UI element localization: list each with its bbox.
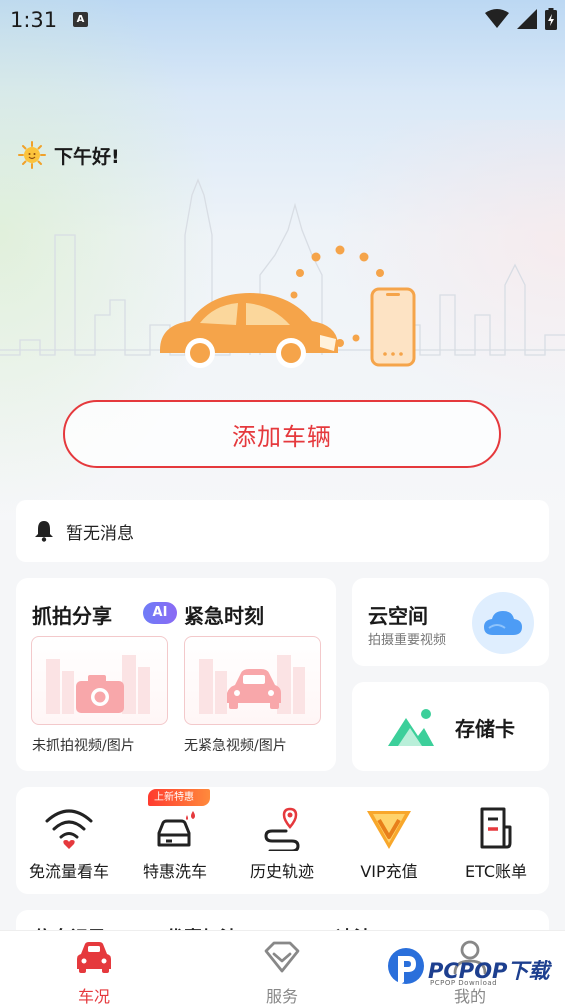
car-illustration xyxy=(160,293,338,368)
car-wash-icon xyxy=(157,811,195,847)
status-time: 1:31 xyxy=(10,8,58,32)
etc-bill-icon xyxy=(480,807,512,849)
nav-label: 服务 xyxy=(265,987,298,1004)
quick-actions-card: 免流量看车 特惠洗车 历史轨迹 VIP充值 ETC账单 xyxy=(16,787,549,894)
sd-card-title: 存储卡 xyxy=(455,717,515,741)
wifi-icon xyxy=(45,809,93,849)
car-placeholder-icon xyxy=(199,655,305,714)
wifi-signal-icon xyxy=(485,9,509,28)
car-icon xyxy=(77,942,111,973)
quick-label: ETC账单 xyxy=(464,862,528,881)
add-vehicle-button[interactable]: 添加车辆 xyxy=(63,400,501,468)
greeting-text: 下午好! xyxy=(54,145,120,168)
notice-card[interactable]: 暂无消息 xyxy=(16,500,549,562)
phone-illustration xyxy=(370,287,416,367)
capture-share-title[interactable]: 抓拍分享 xyxy=(32,600,112,629)
sd-card-card[interactable]: 存储卡 xyxy=(352,682,549,771)
cloud-title: 云空间 xyxy=(368,604,428,628)
nav-item-services[interactable]: 服务 xyxy=(222,931,342,1004)
status-bar: 1:31 A xyxy=(0,0,565,40)
capture-thumbnail[interactable] xyxy=(31,636,168,725)
quick-item-free-flow[interactable]: 免流量看车 xyxy=(16,787,122,894)
battery-icon xyxy=(545,8,557,30)
quick-label: VIP充值 xyxy=(360,862,418,881)
cloud-space-card[interactable]: 云空间 拍摄重要视频 xyxy=(352,578,549,666)
cloud-icon xyxy=(472,592,534,654)
pcpop-logo-icon xyxy=(388,948,424,986)
notice-text: 暂无消息 xyxy=(66,523,134,544)
diamond-icon xyxy=(264,941,300,973)
emergency-title[interactable]: 紧急时刻 xyxy=(184,600,264,629)
vip-icon xyxy=(367,811,411,849)
camera-placeholder-icon xyxy=(46,655,150,714)
capture-card: 抓拍分享 AI 紧急时刻 未抓拍视频/图片 无紧急视频/图片 xyxy=(16,578,336,771)
cloud-subtitle: 拍摄重要视频 xyxy=(368,633,447,648)
emergency-thumbnail[interactable] xyxy=(184,636,321,725)
nav-item-vehicle[interactable]: 车况 xyxy=(34,931,154,1004)
emergency-caption: 无紧急视频/图片 xyxy=(184,738,287,754)
nav-label: 车况 xyxy=(77,987,110,1004)
quick-item-history-track[interactable]: 历史轨迹 xyxy=(229,787,335,894)
quick-item-vip[interactable]: VIP充值 xyxy=(336,787,442,894)
ai-badge: AI xyxy=(143,602,177,624)
watermark-subtext: PCPOP Download xyxy=(430,979,498,987)
route-icon xyxy=(264,807,300,851)
bell-icon xyxy=(35,521,53,542)
sun-icon xyxy=(18,141,46,169)
cell-signal-icon xyxy=(517,9,537,29)
quick-item-etc[interactable]: ETC账单 xyxy=(443,787,549,894)
capture-caption: 未抓拍视频/图片 xyxy=(32,738,135,754)
promo-tag: 上新特惠 xyxy=(148,789,210,806)
quick-label: 免流量看车 xyxy=(28,862,109,881)
quick-label: 特惠洗车 xyxy=(142,862,207,881)
status-icons xyxy=(485,8,557,30)
notification-icon: A xyxy=(73,12,88,27)
landscape-image-icon xyxy=(388,709,434,746)
quick-label: 历史轨迹 xyxy=(249,862,314,881)
greeting: 下午好! xyxy=(18,141,120,169)
car-phone-illustration xyxy=(0,178,565,368)
pcpop-watermark: PCPOP下载 PCPOP Download xyxy=(386,944,558,994)
